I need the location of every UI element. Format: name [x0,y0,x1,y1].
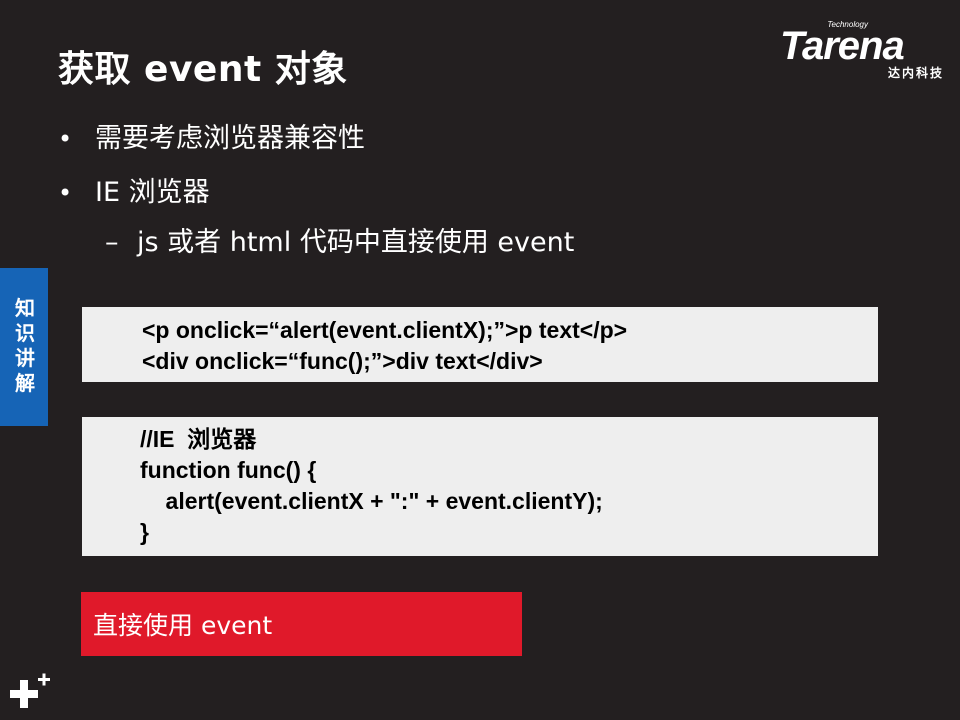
code-line: function func() { [140,457,317,483]
logo-tagline-bottom: 达内科技 [887,66,944,80]
code-line: <div onclick=“func();”>div text</div> [142,348,543,374]
side-tab-knowledge[interactable]: 知 识 讲 解 [0,268,48,426]
side-tab-char: 讲 [15,346,35,370]
code-block-html: <p onclick=“alert(event.clientX);”>p tex… [82,307,878,382]
bullet-text: IE 浏览器 [95,177,210,208]
code-block-js: //IE 浏览器 function func() { alert(event.c… [82,417,878,556]
sub-bullet-text: js 或者 html 代码中直接使用 event [137,227,575,258]
side-tab-char: 知 [15,296,35,320]
side-tab-char: 解 [15,371,35,395]
bullet-dot: • [58,179,73,207]
logo-wordmark: Tarena [780,24,905,68]
code-line: //IE 浏览器 [140,426,257,452]
sub-bullet-dash: – [105,227,119,258]
code-line: } [140,519,149,545]
side-tab-char: 识 [15,321,35,345]
code-line: <p onclick=“alert(event.clientX);”>p tex… [142,317,628,343]
bullet-dot: • [58,125,73,153]
plus-plus-icon [10,673,50,708]
slide-title: 获取 event 对象 [58,49,348,90]
bullet-text: 需要考虑浏览器兼容性 [95,123,365,154]
code-line: alert(event.clientX + ":" + event.client… [140,488,603,514]
callout-box: 直接使用 event [81,592,522,656]
tarena-logo: Technology Tarena 达内科技 [778,20,948,82]
